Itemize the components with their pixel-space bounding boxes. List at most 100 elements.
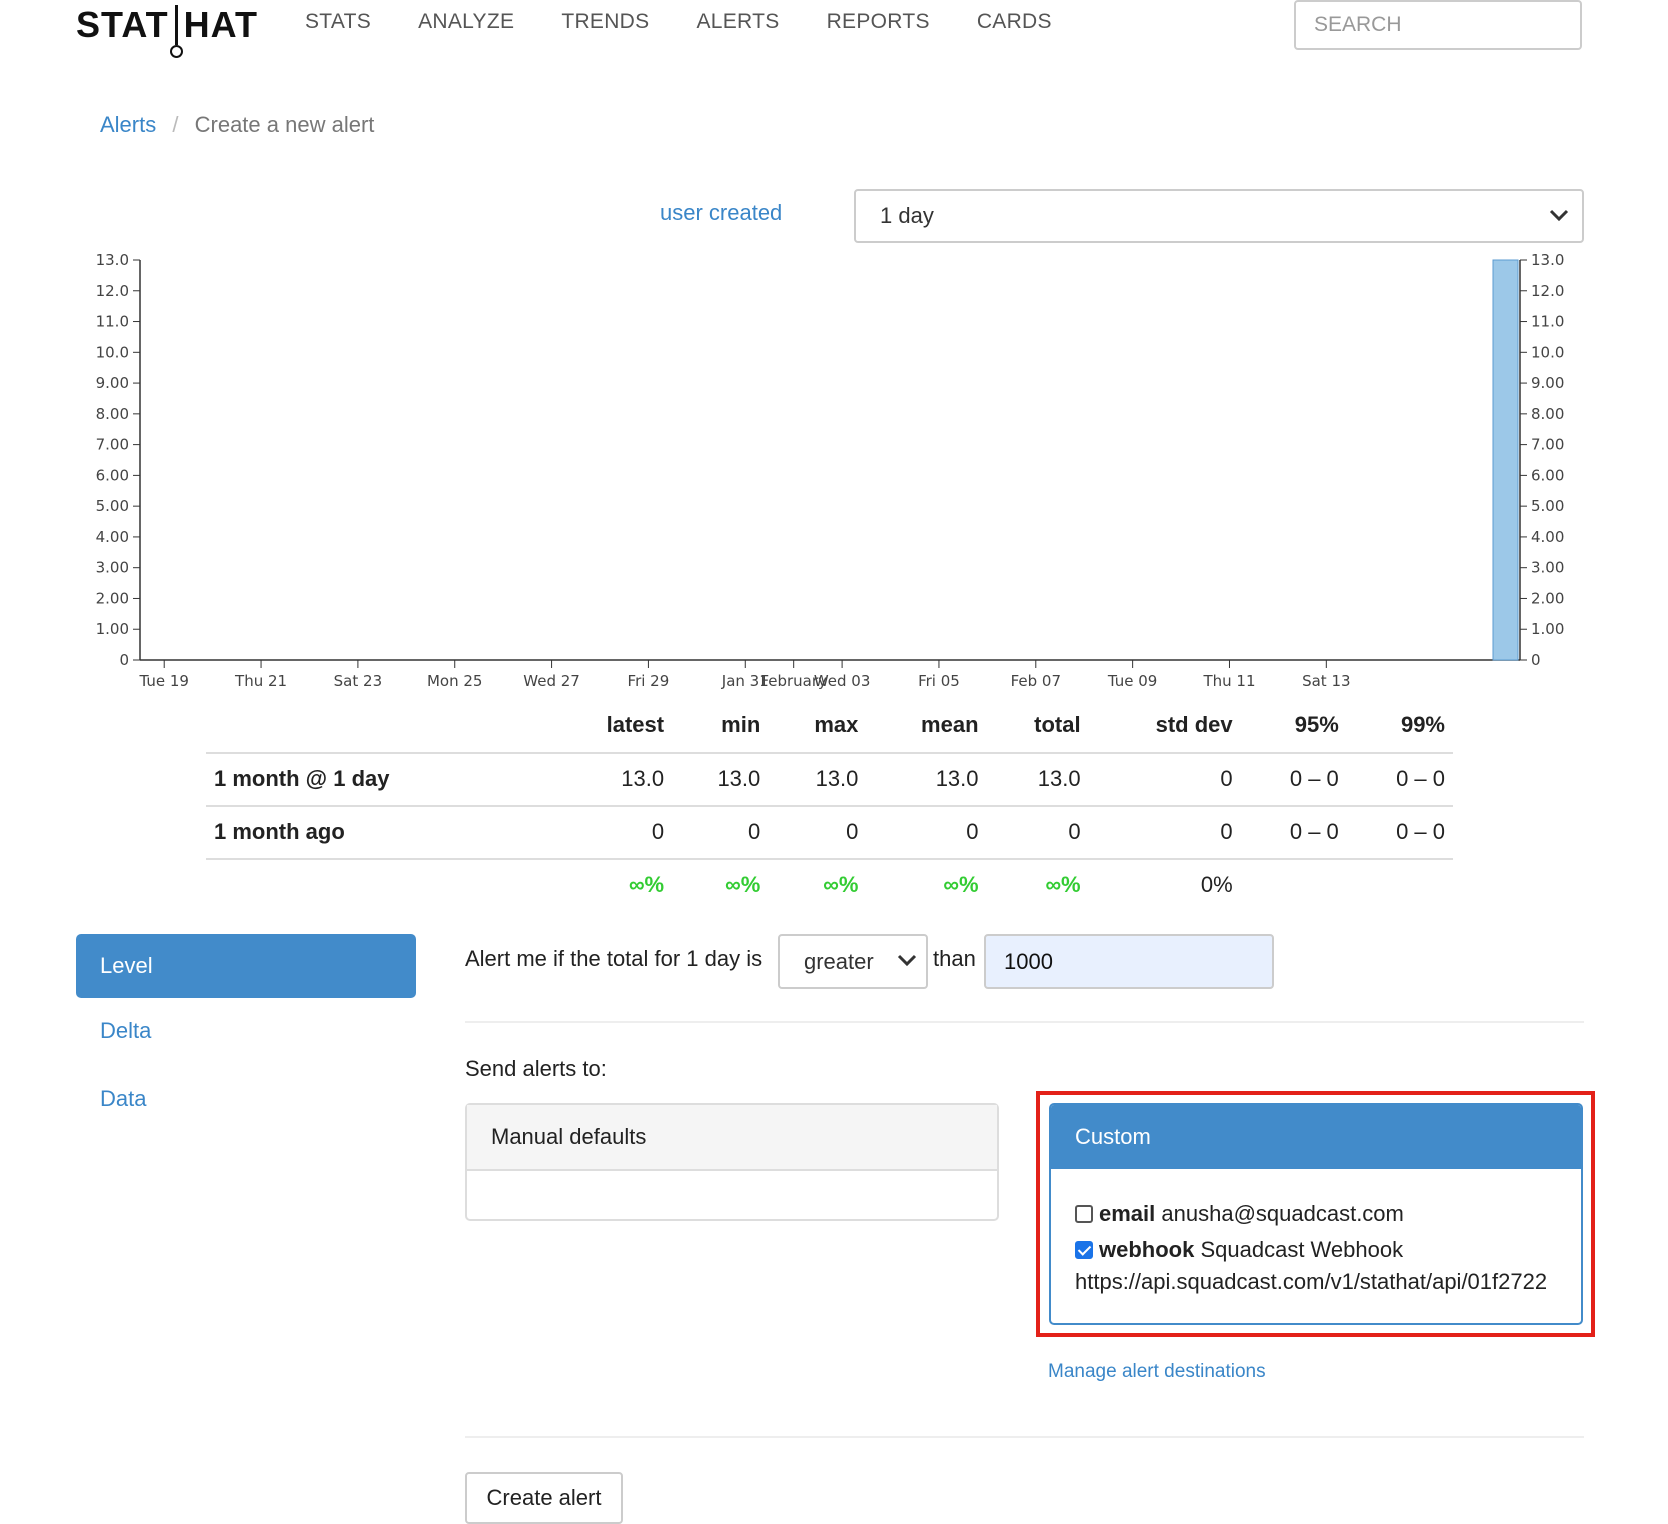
time-range-select[interactable]: 1 day	[854, 189, 1584, 243]
y-tick-label-left: 2.00	[96, 589, 129, 607]
email-checkbox[interactable]	[1075, 1205, 1093, 1223]
y-tick-label-right: 5.00	[1531, 497, 1564, 515]
table-cell: 1 month @ 1 day	[206, 753, 552, 807]
x-tick-label: Thu 11	[1202, 672, 1255, 690]
x-tick-label: Tue 19	[138, 672, 188, 690]
rule-prefix-text: Alert me if the total for 1 day is	[465, 946, 763, 971]
table-header: latest	[552, 700, 673, 754]
y-tick-label-left: 10.0	[96, 343, 129, 361]
y-tick-label-left: 13.0	[96, 251, 129, 269]
stat-name-link[interactable]: user created	[660, 200, 782, 226]
x-tick-label: Fri 29	[628, 672, 670, 690]
y-tick-label-left: 1.00	[96, 620, 129, 638]
table-cell: 13.0	[768, 753, 867, 807]
x-tick-label: Fri 05	[918, 672, 960, 690]
table-cell: 0	[1088, 753, 1241, 807]
y-tick-label-left: 4.00	[96, 528, 129, 546]
pct-cell: ∞%	[725, 872, 761, 897]
stathat-logo[interactable]: STAT HAT	[76, 4, 258, 60]
tab-delta[interactable]: Delta	[100, 1018, 151, 1044]
nav-reports[interactable]: REPORTS	[827, 10, 930, 34]
y-tick-label-right: 10.0	[1531, 343, 1564, 361]
y-tick-label-right: 13.0	[1531, 251, 1564, 269]
y-tick-label-right: 8.00	[1531, 405, 1564, 423]
y-tick-label-left: 11.0	[96, 313, 129, 331]
chevron-down-icon	[896, 936, 918, 1005]
table-header: 95%	[1240, 700, 1347, 754]
table-cell: 0 – 0	[1346, 806, 1453, 860]
x-tick-label: Mon 25	[427, 672, 482, 690]
table-header: max	[768, 700, 867, 754]
table-row: 1 month @ 1 day 13.0 13.0 13.0 13.0 13.0…	[206, 753, 1453, 807]
table-cell	[1347, 859, 1453, 911]
email-address: anusha@squadcast.com	[1161, 1201, 1404, 1226]
stat-chart: 0 0 1.00 1.00 2.00 2.00 3.00 3.00 4.00 4.00 5.00 5.…	[96, 251, 1565, 690]
than-label: than	[933, 946, 976, 971]
table-cell: 0	[1088, 806, 1241, 860]
stats-table: latest min max mean total std dev 95% 99…	[206, 700, 1453, 911]
y-tick-label-right: 0	[1531, 651, 1541, 669]
y-tick-label-right: 9.00	[1531, 374, 1564, 392]
main-nav: STATS ANALYZE TRENDS ALERTS REPORTS CARD…	[305, 10, 1099, 34]
email-type-label: email	[1099, 1201, 1156, 1226]
threshold-input[interactable]	[984, 934, 1274, 989]
nav-stats[interactable]: STATS	[305, 10, 371, 34]
y-tick-label-left: 7.00	[96, 436, 129, 454]
comparison-value: greater	[804, 949, 874, 974]
webhook-checkbox[interactable]	[1075, 1241, 1093, 1259]
x-tick-label: Thu 21	[234, 672, 287, 690]
table-cell: 13.0	[552, 753, 673, 807]
search-input[interactable]	[1294, 0, 1582, 50]
webhook-name: Squadcast Webhook	[1200, 1237, 1404, 1262]
table-cell: 13.0	[672, 753, 769, 807]
nav-trends[interactable]: TRENDS	[561, 10, 649, 34]
nav-cards[interactable]: CARDS	[977, 10, 1052, 34]
y-tick-label-left: 3.00	[96, 559, 129, 577]
y-tick-label-left: 12.0	[96, 282, 129, 300]
breadcrumb-alerts-link[interactable]: Alerts	[100, 112, 156, 137]
table-header: total	[986, 700, 1089, 754]
y-tick-label-right: 11.0	[1531, 313, 1564, 331]
manual-defaults-panel: Manual defaults	[465, 1103, 999, 1221]
table-cell	[1241, 859, 1347, 911]
table-cell: 0 – 0	[1240, 806, 1347, 860]
table-cell	[206, 859, 552, 911]
time-range-value: 1 day	[880, 203, 934, 228]
y-tick-label-right: 4.00	[1531, 528, 1564, 546]
comparison-select[interactable]: greater	[778, 934, 928, 989]
x-tick-label: Feb 07	[1011, 672, 1061, 690]
table-header: std dev	[1088, 700, 1241, 754]
pct-cell: ∞%	[943, 872, 979, 897]
table-cell: 0 – 0	[1240, 753, 1347, 807]
table-row: 1 month ago 0 0 0 0 0 0 0 – 0 0 – 0	[206, 806, 1453, 860]
breadcrumb: Alerts / Create a new alert	[100, 112, 374, 138]
tab-level[interactable]: Level	[76, 934, 416, 998]
table-cell: 13.0	[866, 753, 987, 807]
y-tick-label-left: 5.00	[96, 497, 129, 515]
y-tick-label-left: 8.00	[96, 405, 129, 423]
table-cell: 1 month ago	[206, 806, 552, 860]
custom-destinations-panel: Custom email anusha@squadcast.com webhoo…	[1049, 1103, 1583, 1325]
logo-divider-icon	[169, 5, 183, 58]
x-tick-label: Tue 09	[1107, 672, 1157, 690]
logo-text-left: STAT	[76, 4, 169, 45]
y-tick-label-right: 1.00	[1531, 620, 1564, 638]
divider	[465, 1021, 1584, 1023]
x-tick-label: Wed 27	[523, 672, 580, 690]
x-tick-label: Sat 13	[1302, 672, 1350, 690]
send-alerts-label: Send alerts to:	[465, 1056, 607, 1081]
create-alert-button[interactable]: Create alert	[465, 1472, 623, 1524]
nav-analyze[interactable]: ANALYZE	[418, 10, 514, 34]
table-cell: 0	[986, 806, 1089, 860]
tab-data[interactable]: Data	[100, 1086, 146, 1112]
table-header	[206, 700, 552, 754]
manage-destinations-link[interactable]: Manage alert destinations	[1048, 1361, 1266, 1383]
x-tick-label: Sat 23	[334, 672, 382, 690]
pct-cell: ∞%	[1045, 872, 1081, 897]
table-header: min	[672, 700, 769, 754]
custom-heading: Custom	[1051, 1105, 1581, 1169]
y-tick-label-left: 0	[119, 651, 129, 669]
nav-alerts[interactable]: ALERTS	[696, 10, 779, 34]
data-bar	[1492, 259, 1519, 661]
table-cell: 0	[866, 806, 987, 860]
